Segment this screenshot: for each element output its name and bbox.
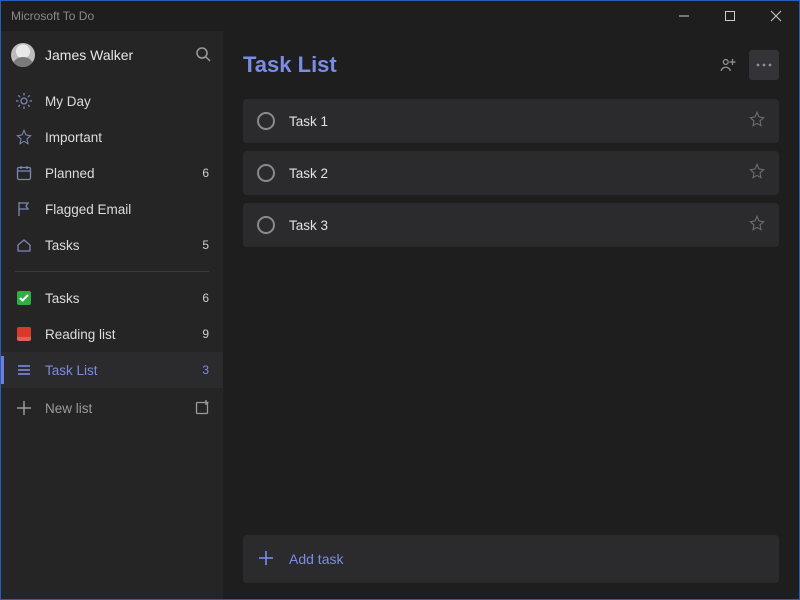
sidebar-item-important[interactable]: Important: [1, 119, 223, 155]
task-title: Task 2: [289, 166, 735, 181]
search-icon[interactable]: [195, 46, 211, 65]
sidebar-item-count: 6: [202, 166, 209, 180]
sidebar-item-label: Planned: [45, 166, 190, 181]
task-row[interactable]: Task 2: [243, 151, 779, 195]
star-icon: [15, 128, 33, 146]
sidebar-item-label: Flagged Email: [45, 202, 197, 217]
account-row[interactable]: James Walker: [1, 31, 223, 79]
sidebar: James Walker My Day Importan: [1, 31, 223, 599]
sidebar-item-label: Important: [45, 130, 197, 145]
complete-toggle[interactable]: [257, 112, 275, 130]
task-row[interactable]: Task 3: [243, 203, 779, 247]
window-close-button[interactable]: [753, 1, 799, 31]
app-title: Microsoft To Do: [11, 9, 94, 23]
sidebar-item-myday[interactable]: My Day: [1, 83, 223, 119]
page-title: Task List: [243, 52, 707, 78]
window-minimize-button[interactable]: [661, 1, 707, 31]
list-color-icon: [15, 289, 33, 307]
sidebar-list-tasklist[interactable]: Task List 3: [1, 352, 223, 388]
complete-toggle[interactable]: [257, 164, 275, 182]
complete-toggle[interactable]: [257, 216, 275, 234]
list-icon: [15, 361, 33, 379]
sidebar-item-label: Reading list: [45, 327, 190, 342]
new-group-icon[interactable]: [195, 399, 211, 418]
window-maximize-button[interactable]: [707, 1, 753, 31]
star-icon[interactable]: [749, 111, 765, 132]
task-row[interactable]: Task 1: [243, 99, 779, 143]
sidebar-list-reading[interactable]: Reading list 9: [1, 316, 223, 352]
add-task-label: Add task: [289, 551, 343, 567]
sun-icon: [15, 92, 33, 110]
star-icon[interactable]: [749, 163, 765, 184]
sidebar-item-count: 6: [202, 291, 209, 305]
list-color-icon: [15, 325, 33, 343]
share-button[interactable]: [713, 50, 743, 80]
sidebar-item-count: 9: [202, 327, 209, 341]
task-title: Task 1: [289, 114, 735, 129]
window-titlebar: Microsoft To Do: [1, 1, 799, 31]
more-options-button[interactable]: [749, 50, 779, 80]
sidebar-item-label: Tasks: [45, 291, 190, 306]
plus-icon[interactable]: [15, 399, 33, 417]
user-name: James Walker: [45, 47, 185, 63]
avatar: [11, 43, 35, 67]
sidebar-item-count: 5: [202, 238, 209, 252]
flag-icon: [15, 200, 33, 218]
task-title: Task 3: [289, 218, 735, 233]
sidebar-item-planned[interactable]: Planned 6: [1, 155, 223, 191]
sidebar-list-tasks[interactable]: Tasks 6: [1, 280, 223, 316]
star-icon[interactable]: [749, 215, 765, 236]
main-pane: Task List Task 1 Task 2: [223, 31, 799, 599]
sidebar-item-label: Task List: [45, 363, 190, 378]
home-icon: [15, 236, 33, 254]
calendar-icon: [15, 164, 33, 182]
sidebar-divider: [15, 271, 209, 272]
add-task-row[interactable]: Add task: [243, 535, 779, 583]
sidebar-item-count: 3: [202, 363, 209, 377]
sidebar-item-label: Tasks: [45, 238, 190, 253]
new-list-label[interactable]: New list: [45, 401, 92, 416]
plus-icon: [259, 551, 273, 568]
sidebar-item-tasks[interactable]: Tasks 5: [1, 227, 223, 263]
sidebar-item-label: My Day: [45, 94, 197, 109]
sidebar-item-flagged[interactable]: Flagged Email: [1, 191, 223, 227]
